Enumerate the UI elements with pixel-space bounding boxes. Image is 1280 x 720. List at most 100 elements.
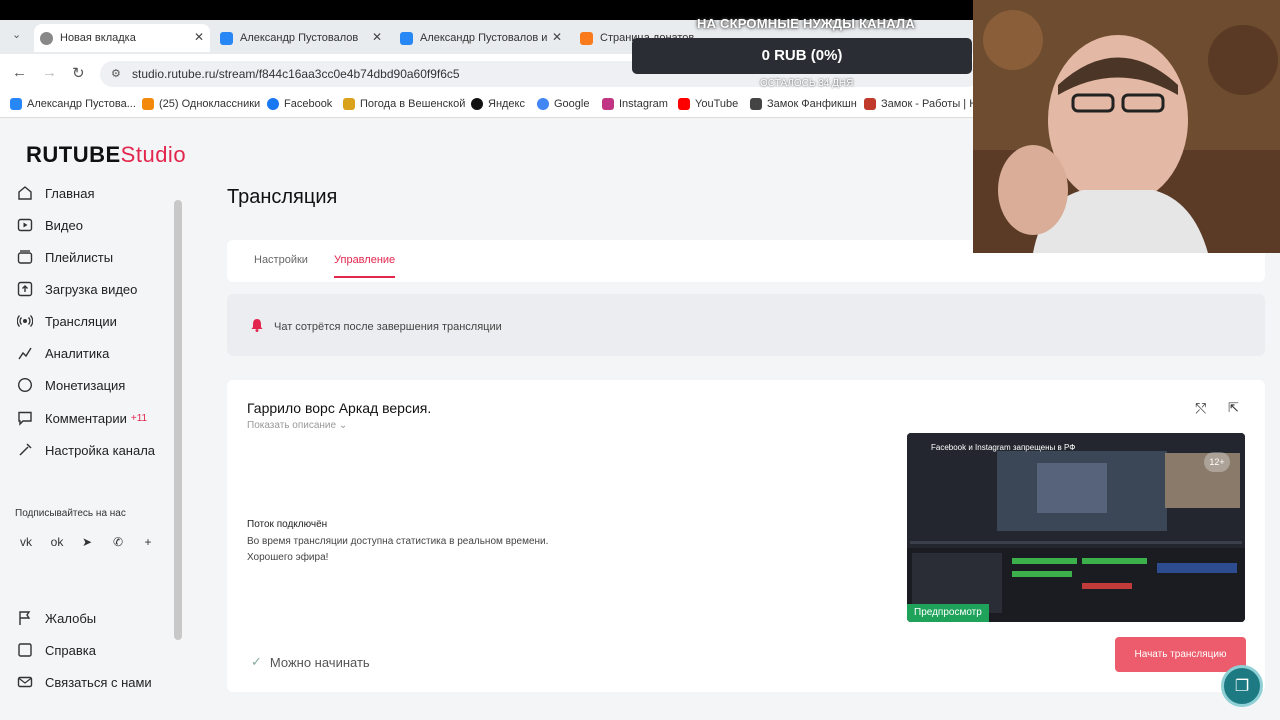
sidebar-item-label: Настройка канала: [45, 442, 156, 458]
more-icon[interactable]: +: [137, 531, 159, 553]
vk-icon[interactable]: vk: [15, 531, 37, 553]
sidebar-item-label: Жалобы: [45, 610, 97, 626]
bookmark[interactable]: Facebook: [267, 98, 332, 110]
bookmark[interactable]: (25) Одноклассники: [142, 98, 260, 110]
show-description-link[interactable]: Показать описание ⌄: [247, 420, 347, 431]
browser-tab[interactable]: Александр Пустовалов ✕: [214, 24, 388, 52]
show-description-label: Показать описание: [247, 420, 337, 431]
sidebar-scroll-thumb[interactable]: [174, 200, 182, 640]
support-chat-button[interactable]: ❐: [1221, 665, 1263, 707]
bookmark-label: YouTube: [695, 98, 739, 110]
sidebar-item-complaints[interactable]: Жалобы: [16, 609, 96, 627]
stream-card: Гаррило ворс Аркад версия. Показать опис…: [227, 380, 1265, 692]
share-icon[interactable]: ⤲: [1195, 400, 1206, 417]
sidebar-item-analytics[interactable]: Аналитика: [16, 344, 109, 362]
status-text: Во время трансляции доступна статистика …: [247, 536, 549, 547]
bookmark[interactable]: Александр Пустова...: [10, 98, 136, 110]
instagram-icon: [602, 98, 614, 110]
vk-icon: [10, 98, 22, 110]
bookmark-label: (25) Одноклассники: [159, 98, 261, 110]
tab-list-icon[interactable]: ⌄: [12, 28, 21, 41]
status-text: Хорошего эфира!: [247, 552, 329, 563]
donate-icon: [580, 31, 593, 45]
tab-label: Александр Пустовалов: [240, 32, 359, 44]
sidebar-item-label: Главная: [45, 185, 95, 201]
bookmark[interactable]: Погода в Вешенской: [343, 98, 465, 110]
close-icon[interactable]: ✕: [552, 30, 562, 44]
sidebar-item-label: Справка: [45, 642, 96, 658]
bookmark[interactable]: Google: [537, 98, 589, 110]
playlist-icon: [16, 248, 34, 266]
castle-icon: [750, 98, 762, 110]
sidebar-item-home[interactable]: Главная: [16, 184, 94, 202]
sidebar-item-broadcasts[interactable]: Трансляции: [16, 312, 117, 330]
bookmark[interactable]: YouTube: [678, 98, 738, 110]
close-icon[interactable]: ✕: [194, 30, 204, 44]
bookmark[interactable]: Яндекс: [471, 98, 525, 110]
bookmark-label: Яндекс: [488, 98, 525, 110]
bookmark[interactable]: Замок - Работы | Н...: [864, 98, 986, 110]
logo-rutube: RUTUBE: [26, 142, 121, 167]
flag-icon: [16, 609, 34, 627]
bookmark-label: Александр Пустова...: [27, 98, 136, 110]
mail-icon: [16, 673, 34, 691]
odnoklassniki-icon[interactable]: ok: [46, 531, 68, 553]
telegram-icon[interactable]: ➤: [76, 531, 98, 553]
upload-icon: [16, 280, 34, 298]
bookmark[interactable]: Замок Фанфикшн: [750, 98, 857, 110]
sidebar-item-channel-settings[interactable]: Настройка канала: [16, 441, 155, 459]
logo-studio: Studio: [120, 142, 187, 167]
notice-text: Чат сотрётся после завершения трансляции: [274, 321, 502, 333]
tab-favicon-icon: [40, 31, 53, 45]
stream-preview[interactable]: Facebook и Instagram запрещены в РФ 12+ …: [907, 433, 1245, 622]
age-rating-badge: 12+: [1204, 452, 1230, 472]
settings-icon: [16, 441, 34, 459]
bookmark-label: Погода в Вешенской: [360, 98, 466, 110]
vk-icon: [220, 31, 233, 45]
browser-tab[interactable]: Новая вкладка ✕: [34, 24, 210, 52]
viber-icon[interactable]: ✆: [107, 531, 129, 553]
video-icon: [16, 216, 34, 234]
social-links: vk ok ➤ ✆ +: [15, 531, 165, 553]
close-icon[interactable]: ✕: [372, 30, 382, 44]
forward-icon[interactable]: →: [42, 64, 57, 81]
sidebar-item-upload[interactable]: Загрузка видео: [16, 280, 137, 298]
rutube-studio-logo[interactable]: RUTUBEStudio: [26, 142, 186, 168]
bookmark-label: Facebook: [284, 98, 333, 110]
sidebar-item-label: Связаться с нами: [45, 674, 152, 690]
vk-icon: [400, 31, 413, 45]
url-text: studio.rutube.ru/stream/f844c16aa3cc0e4b…: [132, 67, 460, 81]
home-icon: [16, 184, 34, 202]
money-icon: [16, 376, 34, 394]
sidebar-item-video[interactable]: Видео: [16, 216, 83, 234]
site-info-icon[interactable]: ⚙: [111, 61, 121, 87]
sidebar-item-playlists[interactable]: Плейлисты: [16, 248, 113, 266]
google-icon: [537, 98, 549, 110]
preview-frame: [907, 433, 1245, 622]
start-stream-button[interactable]: Начать трансляцию: [1115, 637, 1246, 672]
bookmark-label: Замок - Работы | Н...: [881, 98, 987, 110]
donation-days-left: ОСТАЛОСЬ 34 ДНЯ: [760, 78, 854, 89]
bookmark[interactable]: Instagram: [602, 98, 668, 110]
sidebar-item-help[interactable]: Справка: [16, 641, 96, 659]
tab-management[interactable]: Управление: [334, 254, 396, 278]
youtube-icon: [678, 98, 690, 110]
sidebar-item-label: Видео: [45, 217, 83, 233]
tab-label: Новая вкладка: [60, 32, 136, 44]
sidebar-item-contact[interactable]: Связаться с нами: [16, 673, 152, 691]
reload-icon[interactable]: ↻: [72, 64, 85, 82]
back-icon[interactable]: ←: [12, 64, 27, 81]
yandex-icon: [471, 98, 483, 110]
sidebar-item-comments[interactable]: Комментарии +11: [16, 409, 147, 427]
sidebar-scrollbar[interactable]: [173, 188, 183, 718]
sidebar-item-label: Монетизация: [45, 377, 126, 393]
analytics-icon: [16, 344, 34, 362]
sidebar-item-label: Трансляции: [45, 313, 117, 329]
browser-tab[interactable]: Александр Пустовалов и ✕: [394, 24, 568, 52]
open-external-icon[interactable]: ⇱: [1228, 400, 1239, 416]
bookmark-label: Google: [554, 98, 590, 110]
bookmark-label: Замок Фанфикшн: [767, 98, 857, 110]
sidebar-item-monetization[interactable]: Монетизация: [16, 376, 125, 394]
check-icon: ✓: [251, 654, 262, 669]
tab-settings[interactable]: Настройки: [254, 254, 308, 266]
